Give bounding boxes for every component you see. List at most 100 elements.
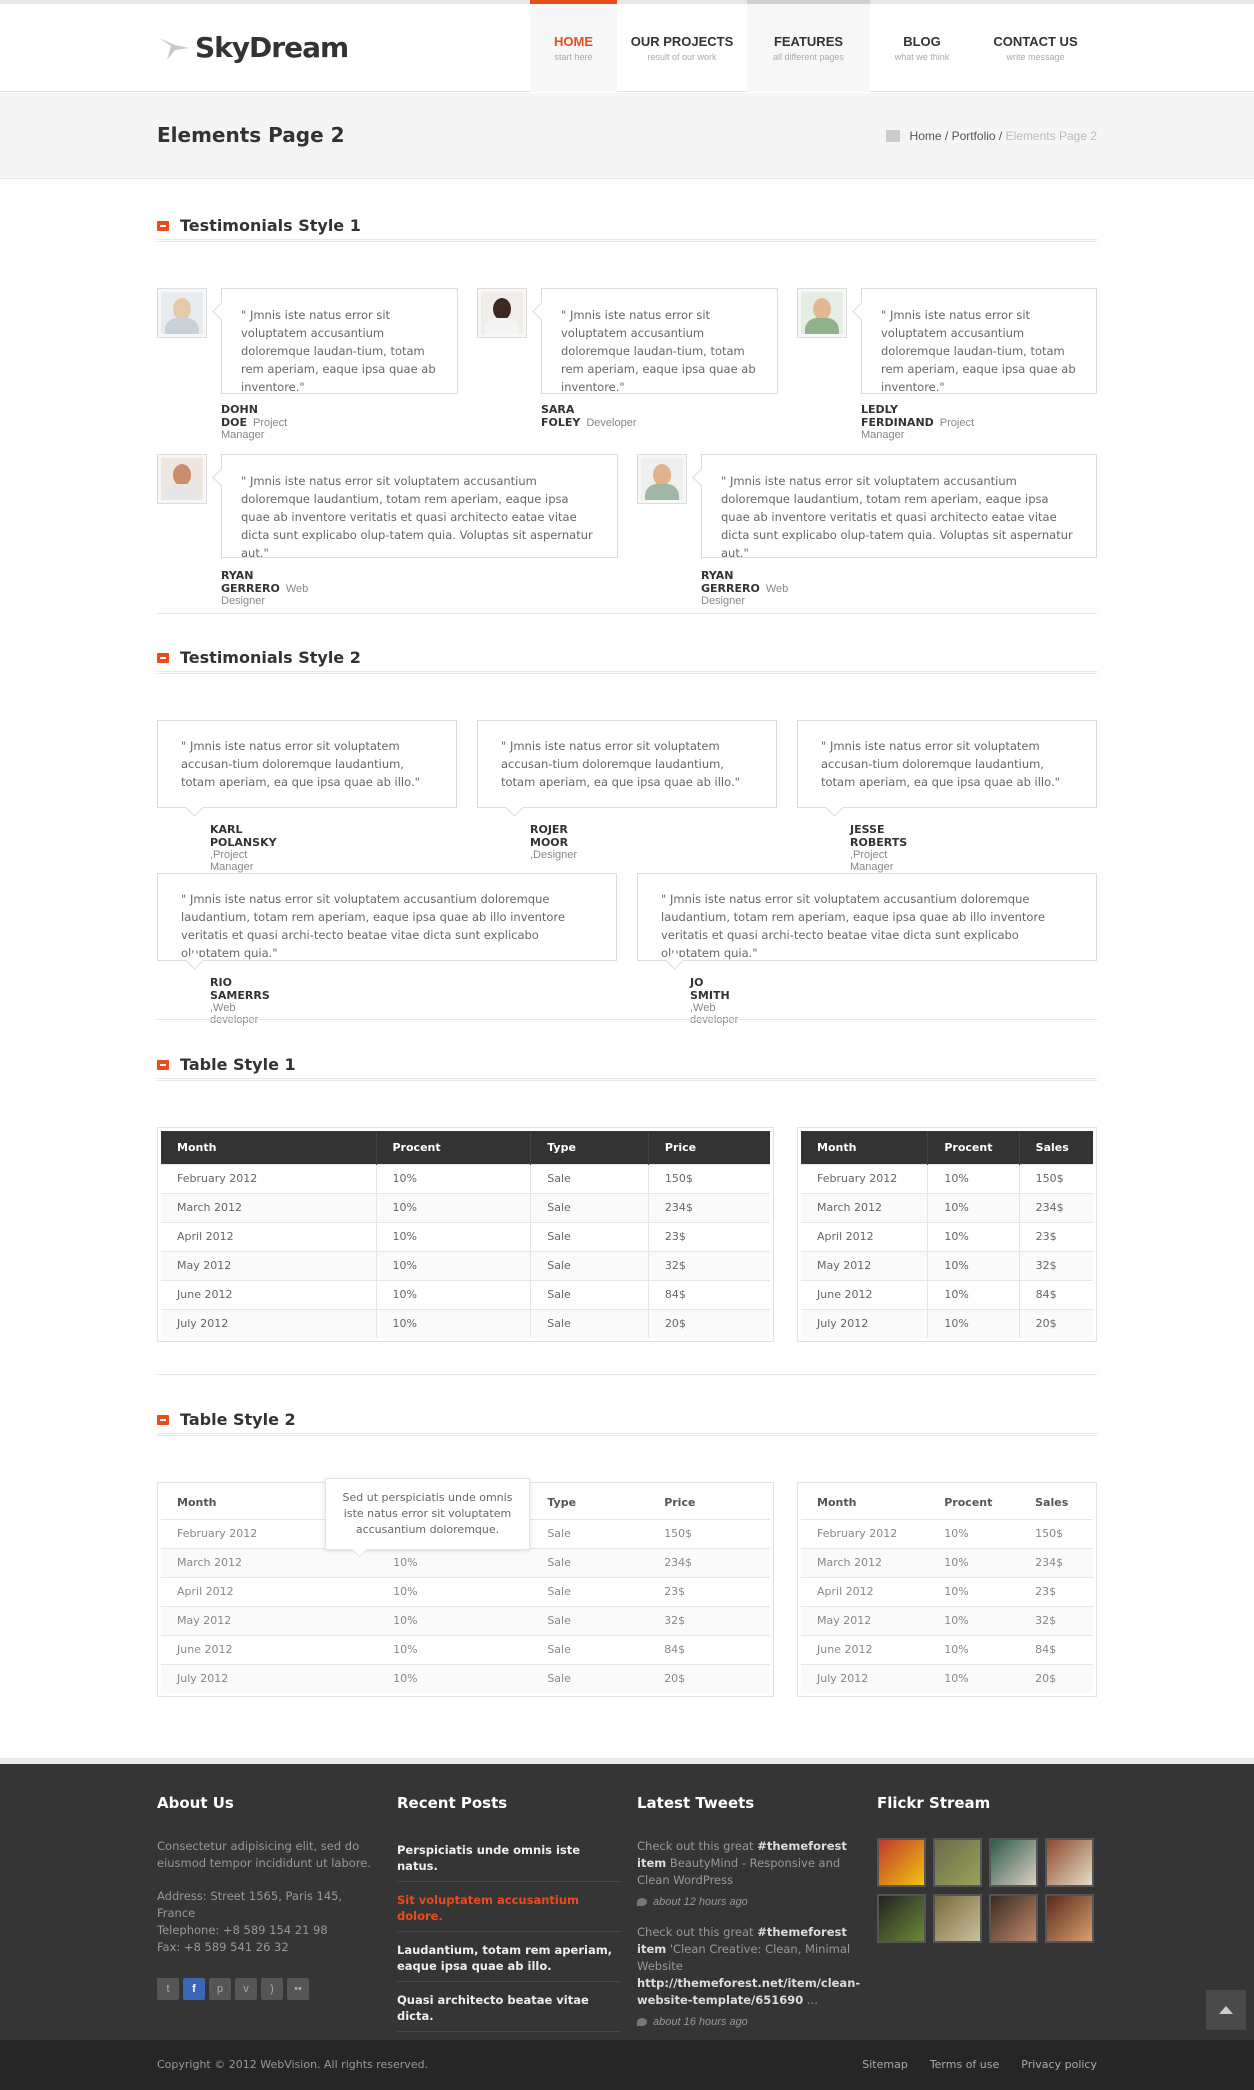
flickr-thumbnail[interactable] (1045, 1838, 1094, 1887)
table-cell: June 2012 (161, 1634, 378, 1664)
table-cell: February 2012 (801, 1518, 929, 1548)
table-cell: 234$ (647, 1192, 770, 1222)
table-cell: 32$ (1018, 1250, 1093, 1280)
flickr-thumbnail[interactable] (933, 1838, 982, 1887)
divider (157, 613, 1097, 614)
author-role: Developer (586, 417, 637, 429)
recent-post-link[interactable]: Sit voluptatem accusantium dolore. (397, 1888, 621, 1932)
bird-logo-icon (159, 38, 189, 60)
facebook-icon[interactable]: f (183, 1978, 205, 2000)
column-header: Month (801, 1486, 929, 1520)
section-title: Testimonials Style 2 (180, 648, 361, 667)
footer-recent-posts: Recent Posts Perspiciatis unde omnis ist… (397, 1794, 621, 2038)
author-name: RYAN GERRERO (221, 569, 280, 595)
table-cell: 84$ (647, 1279, 770, 1309)
table-cell: 150$ (648, 1518, 770, 1548)
table-cell: 32$ (647, 1250, 770, 1280)
address: Address: Street 1565, Paris 145, France (157, 1889, 343, 1920)
avatar (477, 288, 527, 338)
about-text: Consectetur adipisicing elit, sed do eiu… (157, 1839, 372, 1870)
table-cell: 10% (928, 1605, 1020, 1635)
table-cell: 10% (377, 1547, 532, 1577)
table-cell: Sale (531, 1547, 649, 1577)
footer-title: About Us (157, 1794, 234, 1812)
author-name: SARA FOLEY (541, 403, 581, 429)
fax: Fax: +8 589 541 26 32 (157, 1940, 289, 1954)
nav-our-projects[interactable]: OUR PROJECTS result of our work (617, 4, 747, 92)
pinterest-icon[interactable]: p (209, 1978, 231, 2000)
column-header: Procent (375, 1131, 531, 1164)
table-cell: Sale (530, 1163, 649, 1193)
breadcrumb: Home / Portfolio / Elements Page 2 (885, 129, 1097, 143)
scroll-to-top-button[interactable] (1206, 1990, 1246, 2030)
section-title: Table Style 1 (180, 1055, 296, 1074)
quote-text: " Jmnis iste natus error sit voluptatem … (221, 288, 458, 394)
home-icon (885, 130, 900, 142)
twitter-bird-icon (637, 1898, 647, 1906)
nav-features[interactable]: FEATURES all different pages (747, 0, 870, 92)
table-row: May 2012 10% 32$ (801, 1250, 1093, 1280)
main-nav: HOME start here OUR PROJECTS result of o… (530, 0, 1097, 92)
table-cell: 10% (928, 1634, 1020, 1664)
table-row: March 2012 10% 234$ (801, 1192, 1093, 1222)
flickr-thumbnail[interactable] (989, 1838, 1038, 1887)
breadcrumb-separator: / (941, 129, 952, 143)
tweet-time: about 16 hours ago (637, 2016, 861, 2028)
breadcrumb-home[interactable]: Home (910, 129, 942, 143)
recent-post-link[interactable]: Laudantium, totam rem aperiam, eaque ips… (397, 1938, 621, 1982)
flickr-icon[interactable]: •• (287, 1978, 309, 2000)
table-cell: 20$ (648, 1663, 770, 1693)
table-row: March 2012 10% Sale 234$ (161, 1192, 770, 1222)
quote-text: " Jmnis iste natus error sit voluptatem … (541, 288, 778, 394)
table-cell: 84$ (1019, 1634, 1093, 1664)
tweet-link[interactable]: http://themeforest.net/item/clean-websit… (637, 1976, 860, 2007)
table-cell: 20$ (647, 1308, 770, 1338)
twitter-icon[interactable]: t (157, 1978, 179, 2000)
recent-post-link[interactable]: Perspiciatis unde omnis iste natus. (397, 1838, 621, 1882)
avatar (157, 288, 207, 338)
footer-link-sitemap[interactable]: Sitemap (862, 2058, 908, 2071)
flickr-thumbnail[interactable] (989, 1894, 1038, 1943)
tweet-text: 'Clean Creative: Clean, Minimal Website (637, 1942, 851, 1973)
footer-link-privacy[interactable]: Privacy policy (1021, 2058, 1097, 2071)
table-row: March 2012 10% Sale 234$ (161, 1547, 770, 1577)
table-cell: 10% (927, 1192, 1020, 1222)
author: ROJER MOOR ,Designer (530, 823, 577, 861)
table-cell: Sale (530, 1279, 649, 1309)
quote-text: " Jmnis iste natus error sit voluptatem … (701, 454, 1097, 560)
flickr-thumbnail[interactable] (877, 1838, 926, 1887)
table-cell: 32$ (648, 1605, 770, 1635)
nav-blog[interactable]: BLOG what we think (870, 4, 974, 92)
page-title-bar: Elements Page 2 Home / Portfolio / Eleme… (0, 93, 1254, 179)
logo[interactable]: SkyDream (157, 30, 349, 64)
data-table: Month Procent Sales February 2012 10% 150$ Mar… (797, 1127, 1097, 1342)
recent-post-link[interactable]: Quasi architecto beatae vitae dicta. (397, 1988, 621, 2032)
breadcrumb-portfolio[interactable]: Portfolio (952, 129, 996, 143)
table-cell: Sale (531, 1576, 649, 1606)
section-heading-testimonials-1: Testimonials Style 1 (157, 212, 1097, 242)
table-row: May 2012 10% Sale 32$ (161, 1605, 770, 1635)
flickr-grid (877, 1838, 1094, 1943)
table-cell: 20$ (1018, 1308, 1093, 1338)
nav-home[interactable]: HOME start here (530, 0, 617, 92)
tweet-text: Check out this great (637, 1925, 758, 1939)
quote-text: " Jmnis iste natus error sit voluptatem … (797, 720, 1097, 808)
footer-title: Latest Tweets (637, 1794, 755, 1812)
table-row: May 2012 10% 32$ (801, 1605, 1093, 1635)
section-marker-icon (157, 221, 169, 231)
flickr-thumbnail[interactable] (877, 1894, 926, 1943)
flickr-thumbnail[interactable] (933, 1894, 982, 1943)
footer-about: About Us Consectetur adipisicing elit, s… (157, 1794, 377, 2000)
vimeo-icon[interactable]: v (235, 1978, 257, 2000)
footer-link-terms[interactable]: Terms of use (930, 2058, 999, 2071)
flickr-thumbnail[interactable] (1045, 1894, 1094, 1943)
table-row: May 2012 10% Sale 32$ (161, 1250, 770, 1280)
nav-contact-us[interactable]: CONTACT US write message (974, 4, 1097, 92)
table-header-row: MonthProcentTypePrice (161, 1131, 770, 1164)
quote-text: " Jmnis iste natus error sit voluptatem … (221, 454, 618, 560)
rss-icon[interactable]: ) (261, 1978, 283, 2000)
table-row: April 2012 10% Sale 23$ (161, 1221, 770, 1251)
table-cell: 20$ (1019, 1663, 1093, 1693)
page-title: Elements Page 2 (157, 123, 345, 147)
avatar (797, 288, 847, 338)
